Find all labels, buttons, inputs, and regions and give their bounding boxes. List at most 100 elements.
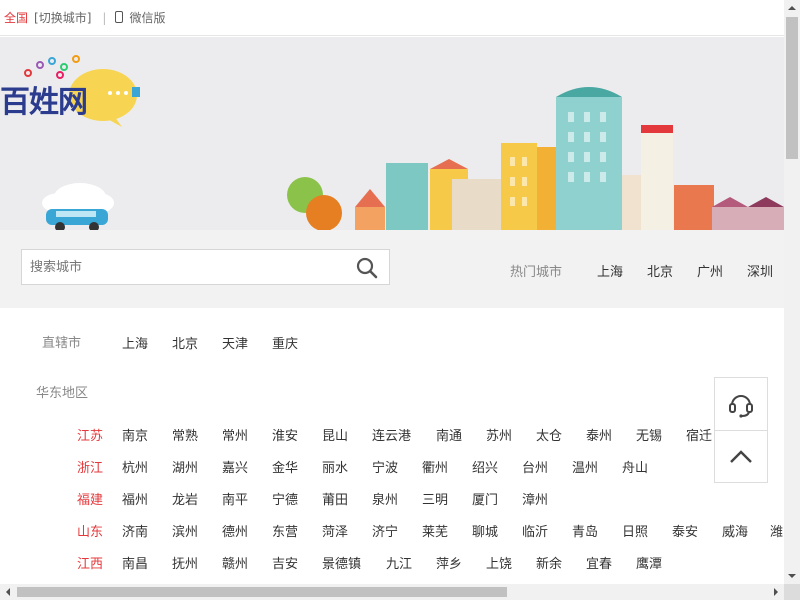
city-link[interactable]: 丽水 bbox=[322, 457, 348, 476]
city-search-input[interactable] bbox=[22, 250, 342, 284]
city-link[interactable]: 厦门 bbox=[472, 489, 498, 508]
city-link[interactable]: 温州 bbox=[572, 457, 598, 476]
hot-city-link[interactable]: 上海 bbox=[597, 261, 623, 280]
hot-city-link[interactable]: 广州 bbox=[697, 261, 723, 280]
city-link[interactable]: 吉安 bbox=[272, 553, 298, 572]
city-link[interactable]: 南通 bbox=[436, 425, 462, 444]
city-link[interactable]: 泰安 bbox=[672, 521, 698, 540]
city-link[interactable]: 金华 bbox=[272, 457, 298, 476]
search-icon[interactable] bbox=[355, 256, 379, 280]
scroll-left-arrow-icon[interactable] bbox=[2, 588, 10, 596]
city-link[interactable]: 日照 bbox=[622, 521, 648, 540]
site-logo[interactable]: 百姓网 bbox=[0, 77, 88, 121]
province-label-jiangxi[interactable]: 江西 bbox=[77, 553, 103, 572]
city-link[interactable]: 潍 bbox=[770, 521, 783, 540]
city-link[interactable]: 抚州 bbox=[172, 553, 198, 572]
scroll-down-arrow-icon[interactable] bbox=[788, 574, 796, 582]
city-link[interactable]: 菏泽 bbox=[322, 521, 348, 540]
city-link[interactable]: 上海 bbox=[122, 333, 148, 352]
city-link[interactable]: 苏州 bbox=[486, 425, 512, 444]
vertical-scroll-thumb[interactable] bbox=[786, 17, 798, 159]
city-link[interactable]: 杭州 bbox=[122, 457, 148, 476]
city-link[interactable]: 昆山 bbox=[322, 425, 348, 444]
city-link[interactable]: 常州 bbox=[222, 425, 248, 444]
wechat-version-link[interactable]: 微信版 bbox=[129, 9, 165, 26]
city-link[interactable]: 青岛 bbox=[572, 521, 598, 540]
city-link[interactable]: 东营 bbox=[272, 521, 298, 540]
city-link[interactable]: 宁德 bbox=[272, 489, 298, 508]
city-link[interactable]: 湖州 bbox=[172, 457, 198, 476]
city-link[interactable]: 漳州 bbox=[522, 489, 548, 508]
city-link[interactable]: 莱芜 bbox=[422, 521, 448, 540]
back-to-top-button[interactable] bbox=[715, 430, 767, 482]
divider: | bbox=[102, 10, 107, 25]
city-link[interactable]: 新余 bbox=[536, 553, 562, 572]
banner: 百姓网 bbox=[0, 37, 784, 230]
phone-icon bbox=[115, 10, 124, 23]
city-link[interactable]: 济南 bbox=[122, 521, 148, 540]
city-link[interactable]: 临沂 bbox=[522, 521, 548, 540]
city-link[interactable]: 威海 bbox=[722, 521, 748, 540]
city-list: 直辖市 上海 北京 天津 重庆 华东地区 江苏 南京 常熟 常州 淮安 昆山 连… bbox=[0, 308, 784, 584]
city-link[interactable]: 宁波 bbox=[372, 457, 398, 476]
city-link[interactable]: 滨州 bbox=[172, 521, 198, 540]
search-section: 热门城市 上海 北京 广州 深圳 bbox=[0, 230, 784, 308]
province-label-shandong[interactable]: 山东 bbox=[77, 521, 103, 540]
vertical-scrollbar[interactable] bbox=[784, 0, 800, 584]
city-link[interactable]: 泉州 bbox=[372, 489, 398, 508]
hot-city-link[interactable]: 深圳 bbox=[747, 261, 773, 280]
city-link[interactable]: 莆田 bbox=[322, 489, 348, 508]
city-link[interactable]: 龙岩 bbox=[172, 489, 198, 508]
city-link[interactable]: 鹰潭 bbox=[636, 553, 662, 572]
city-link[interactable]: 无锡 bbox=[636, 425, 662, 444]
city-link[interactable]: 三明 bbox=[422, 489, 448, 508]
province-label-fujian[interactable]: 福建 bbox=[77, 489, 103, 508]
horizontal-scrollbar[interactable] bbox=[0, 584, 784, 600]
municipalities-title: 直辖市 bbox=[42, 336, 82, 351]
customer-service-icon bbox=[729, 395, 753, 418]
city-link[interactable]: 泰州 bbox=[586, 425, 612, 444]
city-link[interactable]: 嘉兴 bbox=[222, 457, 248, 476]
city-link[interactable]: 绍兴 bbox=[472, 457, 498, 476]
city-link[interactable]: 太仓 bbox=[536, 425, 562, 444]
city-link[interactable]: 聊城 bbox=[472, 521, 498, 540]
city-link[interactable]: 重庆 bbox=[272, 333, 298, 352]
city-link[interactable]: 德州 bbox=[222, 521, 248, 540]
banner-illustration bbox=[24, 55, 784, 230]
hot-cities-label: 热门城市 bbox=[510, 265, 563, 280]
province-label-zhejiang[interactable]: 浙江 bbox=[77, 457, 103, 476]
province-label-jiangsu[interactable]: 江苏 bbox=[77, 425, 103, 444]
city-link[interactable]: 舟山 bbox=[622, 457, 648, 476]
city-link[interactable]: 南昌 bbox=[122, 553, 148, 572]
city-link[interactable]: 赣州 bbox=[222, 553, 248, 572]
chevron-up-icon bbox=[730, 449, 752, 463]
city-link[interactable]: 南平 bbox=[222, 489, 248, 508]
city-link[interactable]: 北京 bbox=[172, 333, 198, 352]
city-link[interactable]: 常熟 bbox=[172, 425, 198, 444]
customer-service-button[interactable] bbox=[715, 378, 767, 430]
switch-city-link[interactable]: [切换城市] bbox=[34, 9, 91, 26]
city-link[interactable]: 济宁 bbox=[372, 521, 398, 540]
city-link[interactable]: 景德镇 bbox=[322, 553, 361, 572]
hot-city-link[interactable]: 北京 bbox=[647, 261, 673, 280]
city-link[interactable]: 宿迁 bbox=[686, 425, 712, 444]
city-link[interactable]: 台州 bbox=[522, 457, 548, 476]
city-link[interactable]: 衢州 bbox=[422, 457, 448, 476]
city-link[interactable]: 萍乡 bbox=[436, 553, 462, 572]
scroll-up-arrow-icon[interactable] bbox=[788, 2, 796, 10]
scroll-right-arrow-icon[interactable] bbox=[774, 588, 782, 596]
city-link[interactable]: 宜春 bbox=[586, 553, 612, 572]
city-link[interactable]: 连云港 bbox=[372, 425, 411, 444]
city-link[interactable]: 上饶 bbox=[486, 553, 512, 572]
floating-toolbar bbox=[714, 377, 768, 483]
city-link[interactable]: 淮安 bbox=[272, 425, 298, 444]
horizontal-scroll-thumb[interactable] bbox=[17, 587, 507, 597]
scrollbar-corner bbox=[784, 584, 800, 600]
city-link[interactable]: 九江 bbox=[386, 553, 412, 572]
top-bar: 全国 [切换城市] | 微信版 bbox=[0, 0, 784, 36]
city-link[interactable]: 天津 bbox=[222, 333, 248, 352]
city-link[interactable]: 南京 bbox=[122, 425, 148, 444]
current-city[interactable]: 全国 bbox=[4, 9, 28, 26]
city-link[interactable]: 福州 bbox=[122, 489, 148, 508]
search-box bbox=[21, 249, 390, 285]
